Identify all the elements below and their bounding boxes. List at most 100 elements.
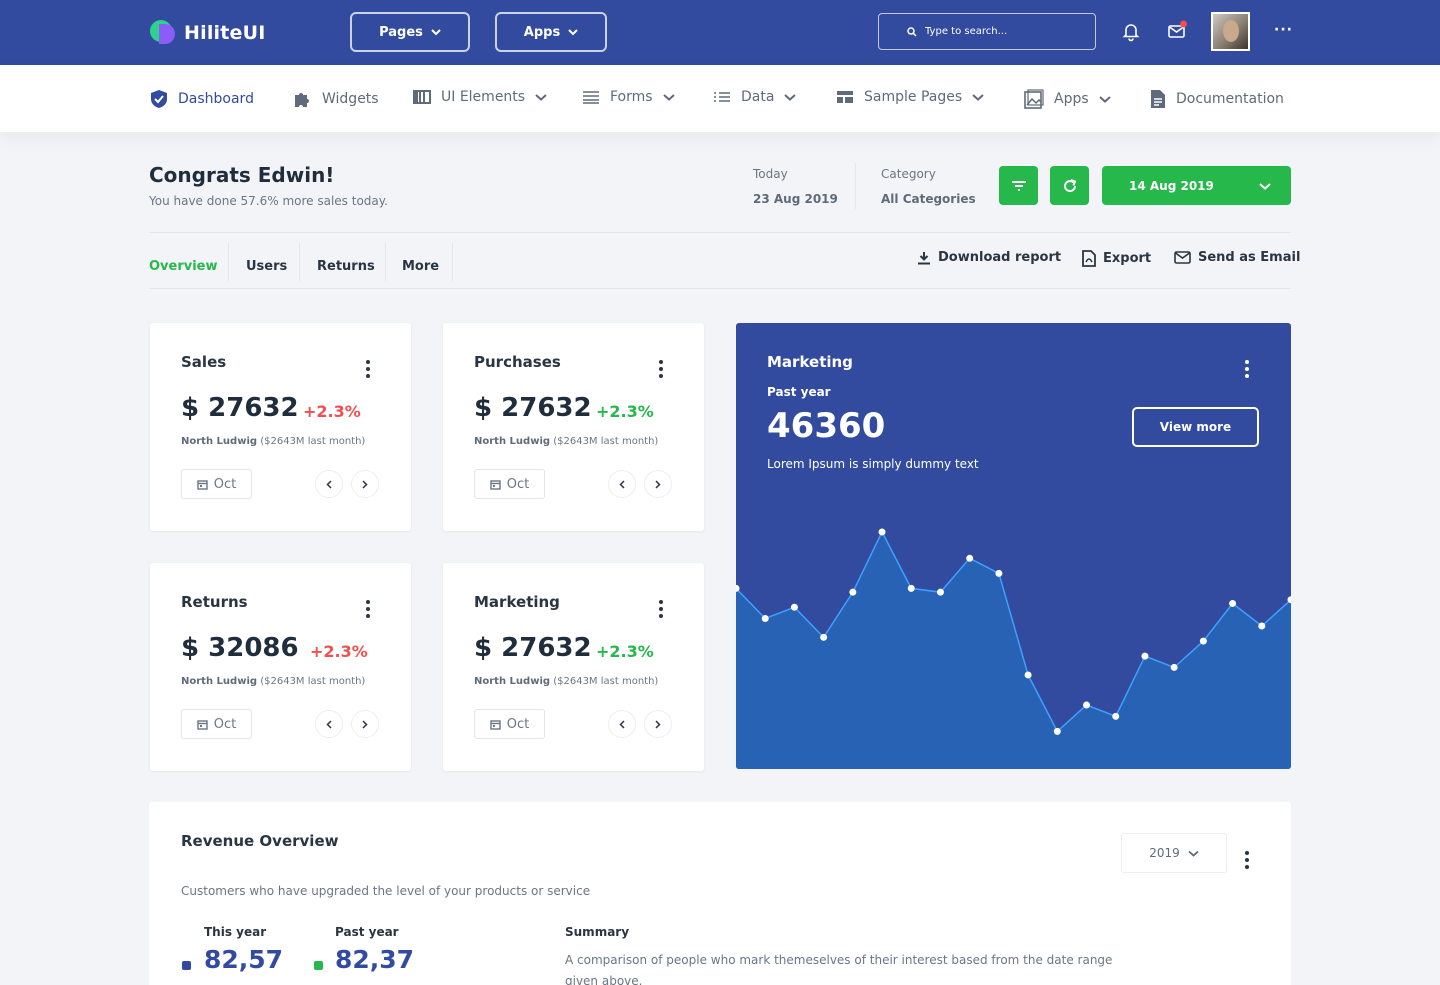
card-region: North Ludwig	[181, 676, 258, 687]
card-value: $ 27632	[474, 393, 592, 423]
returns-card: Returns $ 32086 +2.3% North Ludwig ($264…	[150, 563, 411, 771]
view-more-button[interactable]: View more	[1132, 407, 1259, 447]
sales-card: Sales $ 27632 +2.3% North Ludwig ($2643M…	[150, 323, 411, 531]
search-input[interactable]	[925, 26, 1085, 37]
year-select[interactable]: 2019	[1121, 833, 1227, 873]
month-selector[interactable]: Oct	[181, 709, 252, 739]
chart-area	[736, 531, 1291, 769]
date-picker-button[interactable]: 14 Aug 2019	[1102, 166, 1291, 205]
export-button[interactable]: Export	[1082, 250, 1151, 267]
kebab-menu-icon[interactable]	[659, 360, 663, 378]
card-delta: +2.3%	[303, 402, 361, 421]
card-value: $ 27632	[181, 393, 299, 423]
category-value[interactable]: All Categories	[881, 192, 976, 206]
previous-button[interactable]	[315, 710, 343, 738]
avatar[interactable]	[1211, 12, 1250, 51]
nav-item-ui-elements[interactable]: UI Elements	[413, 89, 547, 105]
card-note: ($2643M last month)	[260, 676, 366, 687]
chevron-left-icon	[619, 719, 625, 729]
chart-point	[907, 584, 915, 592]
chart-point	[820, 633, 828, 641]
filter-button[interactable]	[999, 166, 1038, 205]
chart-point	[1170, 663, 1178, 671]
calendar-icon	[490, 479, 501, 490]
chart-point	[995, 569, 1003, 577]
card-value: $ 32086	[181, 633, 299, 663]
chevron-down-icon	[784, 94, 797, 101]
images-icon	[1024, 89, 1044, 109]
month-selector[interactable]: Oct	[474, 709, 545, 739]
nav-label: Widgets	[322, 91, 379, 107]
more-menu-icon[interactable]: ···	[1274, 22, 1293, 38]
chevron-down-icon	[535, 94, 547, 101]
tab-overview[interactable]: Overview	[149, 244, 218, 288]
summary-title: Summary	[565, 925, 630, 939]
calendar-icon	[490, 719, 501, 730]
download-report-button[interactable]: Download report	[917, 250, 1061, 265]
next-button[interactable]	[644, 710, 672, 738]
marketing-overview-card: Marketing Past year 46360 Lorem Ipsum is…	[736, 323, 1291, 769]
brand-logo[interactable]: HiliteUI	[150, 20, 266, 46]
columns-icon	[413, 90, 431, 104]
shield-check-icon	[151, 90, 167, 108]
mail-icon[interactable]	[1166, 20, 1188, 42]
apps-dropdown-button[interactable]: Apps	[495, 12, 607, 52]
marketing-period: Past year	[767, 385, 831, 399]
next-button[interactable]	[351, 470, 379, 498]
month-selector[interactable]: Oct	[181, 469, 252, 499]
chart-point	[936, 588, 944, 596]
kebab-menu-icon[interactable]	[366, 360, 370, 378]
chevron-down-icon	[972, 94, 984, 101]
previous-button[interactable]	[608, 470, 636, 498]
nav-item-documentation[interactable]: Documentation	[1150, 89, 1284, 109]
tab-users[interactable]: Users	[246, 244, 287, 288]
kebab-menu-icon[interactable]	[1245, 360, 1249, 378]
nav-item-apps[interactable]: Apps	[1024, 89, 1111, 109]
previous-button[interactable]	[315, 470, 343, 498]
pages-label: Pages	[379, 24, 423, 40]
card-delta: +2.3%	[596, 402, 654, 421]
search-box[interactable]	[878, 13, 1096, 50]
chart-point	[790, 603, 798, 611]
download-icon	[918, 251, 930, 264]
send-email-button[interactable]: Send as Email	[1174, 250, 1300, 265]
tab-more[interactable]: More	[402, 244, 439, 288]
nav-item-widgets[interactable]: Widgets	[292, 89, 379, 109]
nav-label: UI Elements	[441, 89, 526, 105]
nav-label: Apps	[1054, 91, 1089, 107]
nav-item-data[interactable]: Data	[713, 89, 797, 105]
past-year-legend-dot	[314, 961, 323, 970]
nav-item-dashboard[interactable]: Dashboard	[150, 89, 254, 109]
previous-button[interactable]	[608, 710, 636, 738]
next-button[interactable]	[644, 470, 672, 498]
month-label: Oct	[213, 716, 237, 732]
card-subtext: North Ludwig ($2643M last month)	[181, 676, 365, 687]
nav-label: Documentation	[1176, 91, 1284, 107]
nav-item-sample-pages[interactable]: Sample Pages	[836, 89, 984, 105]
chart-point	[761, 615, 769, 622]
export-label: Export	[1103, 251, 1152, 266]
card-subtext: North Ludwig ($2643M last month)	[474, 676, 658, 687]
kebab-menu-icon[interactable]	[366, 600, 370, 618]
tab-returns[interactable]: Returns	[317, 244, 375, 288]
chart-point	[1229, 599, 1237, 607]
list-icon	[714, 92, 730, 102]
card-region: North Ludwig	[474, 436, 551, 447]
revenue-description: Customers who have upgraded the level of…	[181, 884, 591, 898]
revenue-overview-card: Revenue Overview 2019 Customers who have…	[149, 802, 1291, 985]
nav-label: Sample Pages	[864, 89, 963, 105]
nav-item-forms[interactable]: Forms	[582, 89, 675, 105]
category-label: Category	[881, 167, 936, 181]
chevron-down-icon	[568, 29, 578, 36]
pages-dropdown-button[interactable]: Pages	[350, 12, 470, 52]
kebab-menu-icon[interactable]	[1245, 851, 1249, 869]
bell-icon[interactable]	[1120, 20, 1142, 42]
main-navigation: Dashboard Widgets UI Elements Forms Data…	[0, 65, 1440, 132]
kebab-menu-icon[interactable]	[659, 600, 663, 618]
month-selector[interactable]: Oct	[474, 469, 545, 499]
summary-text: A comparison of people who mark themesel…	[565, 953, 1113, 985]
chart-point	[1024, 671, 1032, 679]
calendar-icon	[197, 719, 208, 730]
next-button[interactable]	[351, 710, 379, 738]
refresh-button[interactable]	[1050, 166, 1089, 205]
